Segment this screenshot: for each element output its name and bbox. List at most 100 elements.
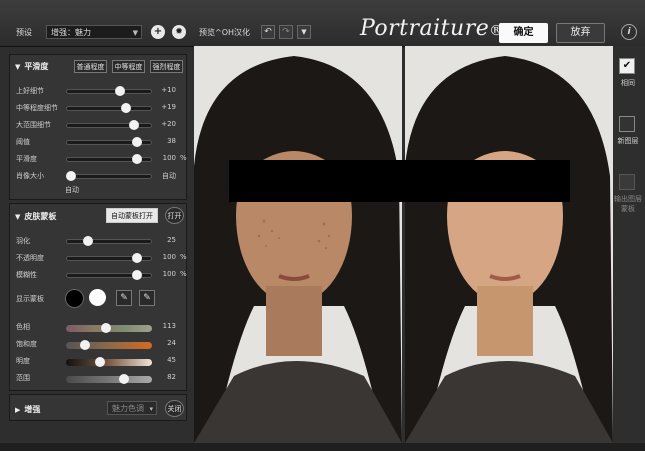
strong-preset-button[interactable]: 强烈程度 — [150, 60, 183, 73]
mask-slider-label: 模糊性 — [16, 271, 37, 279]
color-slider-label: 色相 — [16, 323, 30, 331]
collapse-triangle-icon: ▼ — [15, 213, 21, 221]
smoothing-slider-track[interactable] — [66, 154, 152, 164]
original-preview[interactable] — [194, 46, 402, 443]
enhance-dropdown[interactable]: 魅力色调 ▾ — [107, 401, 157, 415]
smoothing-slider-knob[interactable] — [131, 137, 142, 147]
skin-mask-header[interactable]: ▼ 皮肤蒙板 — [15, 211, 56, 222]
help-button[interactable]: i — [621, 24, 637, 40]
auto-mask-button[interactable]: 自动蒙板打开 — [106, 208, 158, 223]
smoothing-panel: ▼ 平滑度 普通程度 中等程度 强烈程度 自动 上好细节 +10 中等程度细节 +19 大… — [9, 54, 187, 200]
smoothing-slider-value: 自动 — [162, 172, 176, 180]
same-label: 相同 — [621, 79, 635, 87]
chevron-down-icon: ▼ — [132, 29, 138, 37]
result-portrait-image — [405, 46, 613, 443]
smoothing-header[interactable]: ▼ 平滑度 — [15, 61, 48, 72]
mask-slider-value: 100 — [162, 270, 176, 278]
color-slider-value: 113 — [162, 322, 176, 330]
smoothing-slider-track[interactable] — [66, 137, 152, 147]
smoothing-title: 平滑度 — [24, 62, 49, 71]
skin-mask-panel: ▼ 皮肤蒙板 自动蒙板打开 打开 显示蒙板 ✎ ✎ 羽化 25 不透明度 100% 模糊性… — [9, 203, 187, 391]
color-slider-value: 24 — [167, 339, 176, 347]
mask-on-button[interactable]: 打开 — [165, 207, 184, 224]
original-portrait-image — [194, 46, 402, 443]
preset-value: 增强：魅力 — [51, 28, 91, 37]
smoothing-slider-track[interactable] — [66, 86, 152, 96]
smoothing-slider-track[interactable] — [66, 120, 152, 130]
gear-icon[interactable]: ✹ — [172, 25, 186, 39]
black-mask-swatch[interactable] — [65, 289, 84, 308]
history-chevron-icon[interactable]: ▼ — [297, 25, 311, 39]
smoothing-slider-track[interactable] — [66, 103, 152, 113]
smoothing-slider-label: 大范围细节 — [16, 121, 51, 129]
app-title: Portraiture® 3 — [360, 16, 518, 41]
medium-preset-button[interactable]: 中等程度 — [112, 60, 145, 73]
color-slider-knob[interactable] — [118, 374, 129, 384]
color-slider-track[interactable] — [66, 357, 152, 367]
color-slider-track[interactable] — [66, 323, 152, 333]
redo-icon[interactable]: ↷ — [279, 25, 293, 39]
mask-slider-value: 25 — [167, 236, 176, 244]
mask-slider-knob[interactable] — [131, 270, 142, 280]
smoothing-slider-value: +20 — [161, 120, 176, 128]
smoothing-slider-knob[interactable] — [131, 154, 142, 164]
mask-slider-track[interactable] — [66, 253, 152, 263]
smoothing-slider-label: 上好细节 — [16, 87, 44, 95]
smoothing-slider-knob[interactable] — [66, 171, 77, 181]
smoothing-slider-knob[interactable] — [129, 120, 140, 130]
new-layer-checkbox[interactable] — [619, 116, 635, 132]
output-mask-label: 输出图层蒙板 — [614, 195, 642, 213]
app-title-text: Portraiture — [360, 16, 490, 41]
display-mask-label: 显示蒙板 — [16, 295, 44, 303]
smoothing-slider-track[interactable] — [66, 171, 152, 181]
result-preview[interactable] — [405, 46, 613, 443]
smoothing-slider-label: 平滑度 — [16, 155, 37, 163]
output-mask-checkbox[interactable] — [619, 174, 635, 190]
smoothing-slider-value: +19 — [161, 103, 176, 111]
smoothing-slider-knob[interactable] — [114, 86, 125, 96]
same-checkbox[interactable]: ✔ — [619, 58, 635, 74]
chevron-down-icon: ▾ — [149, 405, 153, 413]
cancel-button[interactable]: 放弃 — [556, 23, 605, 43]
enhance-header[interactable]: ▶ 增强 — [15, 404, 40, 415]
mask-slider-unit: % — [180, 253, 187, 261]
mask-slider-label: 羽化 — [16, 237, 30, 245]
color-slider-label: 范围 — [16, 374, 30, 382]
eyedropper-plus-icon[interactable]: ✎ — [139, 290, 155, 306]
smoothing-slider-label: 阈值 — [16, 138, 30, 146]
mask-slider-track[interactable] — [66, 236, 152, 246]
preset-dropdown[interactable]: 增强：魅力 ▼ — [46, 25, 142, 39]
plus-icon[interactable]: + — [151, 25, 165, 39]
collapse-triangle-icon: ▼ — [15, 63, 21, 71]
output-options-panel: ✔ 相同 新图层 输出图层蒙板 — [613, 46, 645, 443]
preset-label: 预设 — [16, 28, 32, 37]
color-slider-track[interactable] — [66, 374, 152, 384]
smoothing-slider-knob[interactable] — [120, 103, 131, 113]
auto-caption: 自动 — [65, 186, 79, 194]
status-strip — [0, 443, 645, 451]
mask-slider-track[interactable] — [66, 270, 152, 280]
smoothing-slider-value: +10 — [161, 86, 176, 94]
color-slider-value: 45 — [167, 356, 176, 364]
mask-slider-knob[interactable] — [131, 253, 142, 263]
top-toolbar: 预设 增强：魅力 ▼ + ✹ 预览^OH汉化 ↶ ↷ ▼ Portraiture… — [0, 0, 645, 47]
ok-button[interactable]: 确定 — [499, 23, 548, 43]
mask-slider-unit: % — [180, 270, 187, 278]
color-slider-knob[interactable] — [79, 340, 90, 350]
undo-icon[interactable]: ↶ — [261, 25, 275, 39]
color-slider-knob[interactable] — [101, 323, 112, 333]
smoothing-slider-label: 肖像大小 — [16, 172, 44, 180]
color-slider-label: 饱和度 — [16, 340, 37, 348]
color-slider-knob[interactable] — [95, 357, 106, 367]
eyedropper-icon[interactable]: ✎ — [116, 290, 132, 306]
normal-preset-button[interactable]: 普通程度 — [74, 60, 107, 73]
color-slider-track[interactable] — [66, 340, 152, 350]
mask-slider-knob[interactable] — [83, 236, 93, 246]
white-mask-swatch[interactable] — [89, 289, 106, 306]
enhance-value: 魅力色调 — [112, 404, 144, 413]
enhance-panel: ▶ 增强 魅力色调 ▾ 关闭 — [9, 394, 187, 421]
smoothing-slider-label: 中等程度细节 — [16, 104, 58, 112]
redaction-bar — [229, 160, 570, 202]
enhance-off-button[interactable]: 关闭 — [165, 400, 184, 417]
smoothing-slider-unit: % — [180, 154, 187, 162]
